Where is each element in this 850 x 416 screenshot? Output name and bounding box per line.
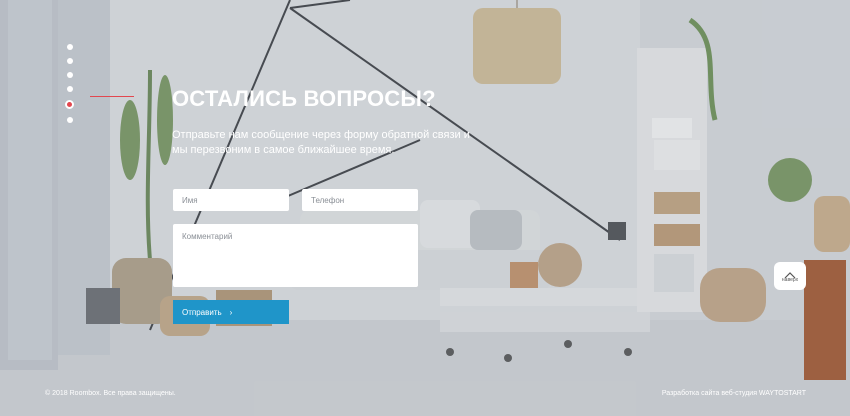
- background-overlay: [0, 0, 850, 416]
- contact-section: ОСТАЛИСЬ ВОПРОСЫ? Отправьте нам сообщени…: [0, 0, 850, 416]
- submit-button-label: Отправить: [182, 307, 222, 317]
- name-input[interactable]: [173, 189, 289, 211]
- chevron-right-icon: ›: [229, 307, 233, 317]
- chevron-up-icon: [774, 262, 806, 279]
- section-dot-4[interactable]: [67, 86, 73, 92]
- section-dot-1[interactable]: [67, 44, 73, 50]
- active-section-indicator-line: [90, 96, 134, 97]
- submit-button[interactable]: Отправить ›: [173, 300, 289, 324]
- scroll-to-top-label: наверх: [781, 277, 799, 283]
- section-dot-5-active[interactable]: [65, 100, 74, 109]
- footer-copyright: © 2018 Roombox. Все права защищены.: [45, 390, 176, 397]
- scroll-to-top-button[interactable]: наверх: [774, 262, 806, 290]
- section-dots-nav: [65, 44, 74, 131]
- comment-textarea[interactable]: [173, 224, 418, 287]
- section-dot-6[interactable]: [67, 117, 73, 123]
- section-dot-3[interactable]: [67, 72, 73, 78]
- developer-credit-link[interactable]: Разработка сайта веб-студия WAYTOSTART: [662, 390, 806, 397]
- section-subtitle: Отправьте нам сообщение через форму обра…: [172, 129, 470, 156]
- section-title: ОСТАЛИСЬ ВОПРОСЫ?: [172, 86, 436, 111]
- phone-input[interactable]: [302, 189, 418, 211]
- section-dot-2[interactable]: [67, 58, 73, 64]
